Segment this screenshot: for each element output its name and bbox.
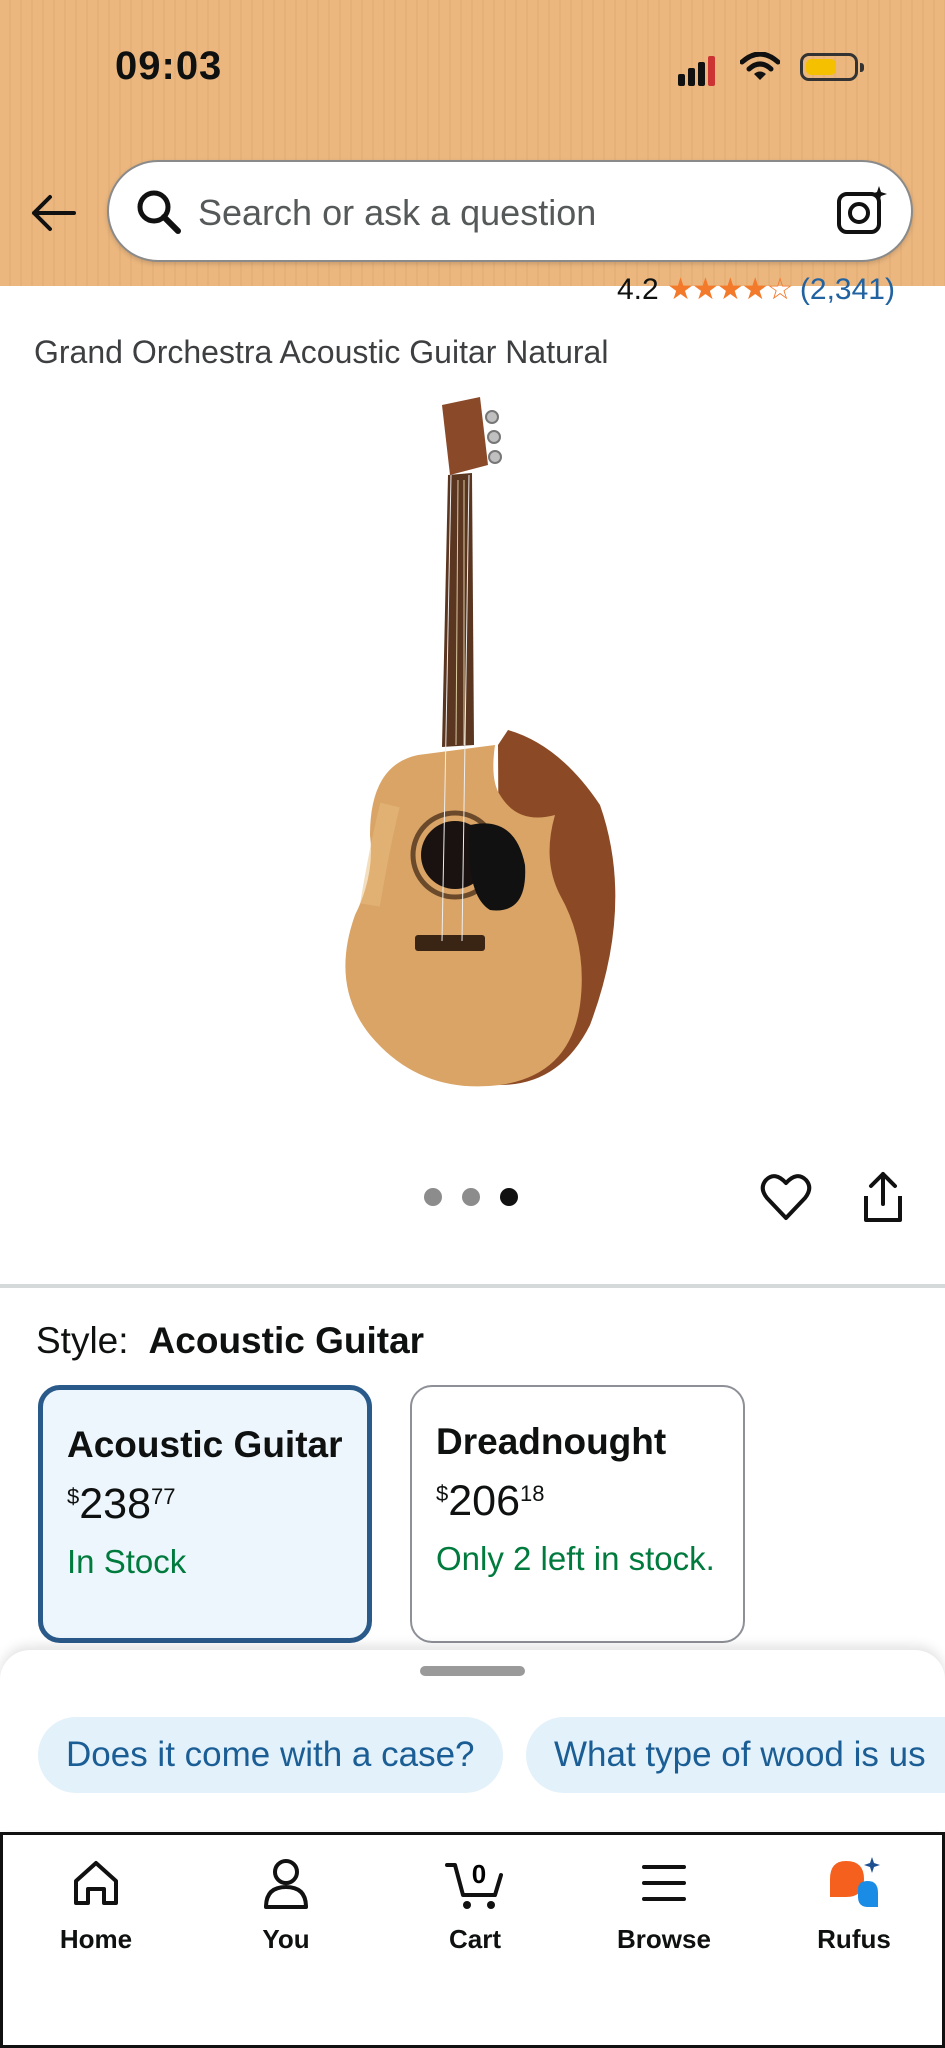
- cart-count: 0: [472, 1859, 486, 1889]
- price-whole: 238: [79, 1480, 151, 1528]
- menu-icon: [642, 1865, 686, 1901]
- price-currency: $: [436, 1481, 449, 1506]
- rating-value: 4.2: [617, 273, 659, 306]
- style-label-text: Style:: [36, 1320, 129, 1361]
- nav-home-label: Home: [59, 1924, 133, 1954]
- camera-icon[interactable]: [835, 184, 889, 243]
- nav-browse-label: Browse: [617, 1924, 711, 1954]
- nav-browse[interactable]: Browse: [599, 1855, 729, 1955]
- status-time: 09:03: [115, 44, 223, 88]
- nav-rufus[interactable]: Rufus: [789, 1855, 919, 1955]
- search-input[interactable]: Search or ask a question: [107, 160, 913, 262]
- option-stock: In Stock: [67, 1543, 187, 1580]
- product-title: Grand Orchestra Acoustic Guitar Natural: [34, 334, 609, 370]
- style-label: Style: Acoustic Guitar: [36, 1320, 424, 1362]
- style-selected-value: Acoustic Guitar: [148, 1320, 425, 1361]
- back-arrow-icon[interactable]: [28, 188, 78, 243]
- signal-icon: [678, 56, 718, 86]
- nav-you-label: You: [262, 1924, 310, 1954]
- rating-count[interactable]: (2,341): [800, 273, 895, 306]
- option-price: $20618: [436, 1477, 544, 1526]
- search-placeholder: Search or ask a question: [198, 192, 597, 233]
- bottom-nav: Home You 0 Cart Browse Rufus: [0, 1832, 945, 2048]
- wifi-icon: [739, 51, 781, 87]
- option-price: $23877: [67, 1480, 175, 1529]
- person-icon: [264, 1859, 308, 1909]
- nav-home[interactable]: Home: [31, 1855, 161, 1955]
- price-currency: $: [67, 1484, 80, 1509]
- nav-you[interactable]: You: [221, 1855, 351, 1955]
- option-name: Dreadnought: [436, 1421, 667, 1462]
- suggestion-chip[interactable]: What type of wood is us: [526, 1717, 945, 1793]
- image-dot[interactable]: [424, 1188, 442, 1206]
- search-icon: [136, 189, 182, 240]
- share-icon[interactable]: [858, 1170, 908, 1231]
- suggestion-chip[interactable]: Does it come with a case?: [38, 1717, 503, 1793]
- style-option-dreadnought[interactable]: Dreadnought $20618 Only 2 left in stock.: [410, 1385, 745, 1643]
- image-pagination[interactable]: [424, 1188, 538, 1211]
- star-rating-icon: ★★★★☆: [667, 273, 793, 306]
- section-divider: [0, 1284, 945, 1288]
- option-name: Acoustic Guitar: [67, 1424, 343, 1465]
- cart-icon: 0: [445, 1859, 503, 1909]
- price-fraction: 18: [520, 1481, 545, 1506]
- nav-cart-label: Cart: [448, 1924, 501, 1954]
- sheet-drag-handle[interactable]: [420, 1666, 525, 1676]
- style-option-acoustic-guitar[interactable]: Acoustic Guitar $23877 In Stock: [38, 1385, 372, 1643]
- image-dot[interactable]: [462, 1188, 480, 1206]
- heart-icon[interactable]: [760, 1172, 812, 1227]
- rufus-icon: [830, 1857, 880, 1907]
- product-image[interactable]: [330, 385, 630, 1105]
- price-fraction: 77: [151, 1484, 176, 1509]
- home-icon: [74, 1861, 118, 1905]
- battery-icon: [800, 53, 864, 81]
- rating-summary[interactable]: 4.2 ★★★★☆ (2,341): [617, 272, 895, 308]
- nav-rufus-label: Rufus: [817, 1924, 891, 1954]
- image-dot-active[interactable]: [500, 1188, 518, 1206]
- option-stock: Only 2 left in stock.: [436, 1540, 715, 1577]
- nav-cart[interactable]: 0 Cart: [410, 1855, 540, 1955]
- price-whole: 206: [448, 1477, 520, 1525]
